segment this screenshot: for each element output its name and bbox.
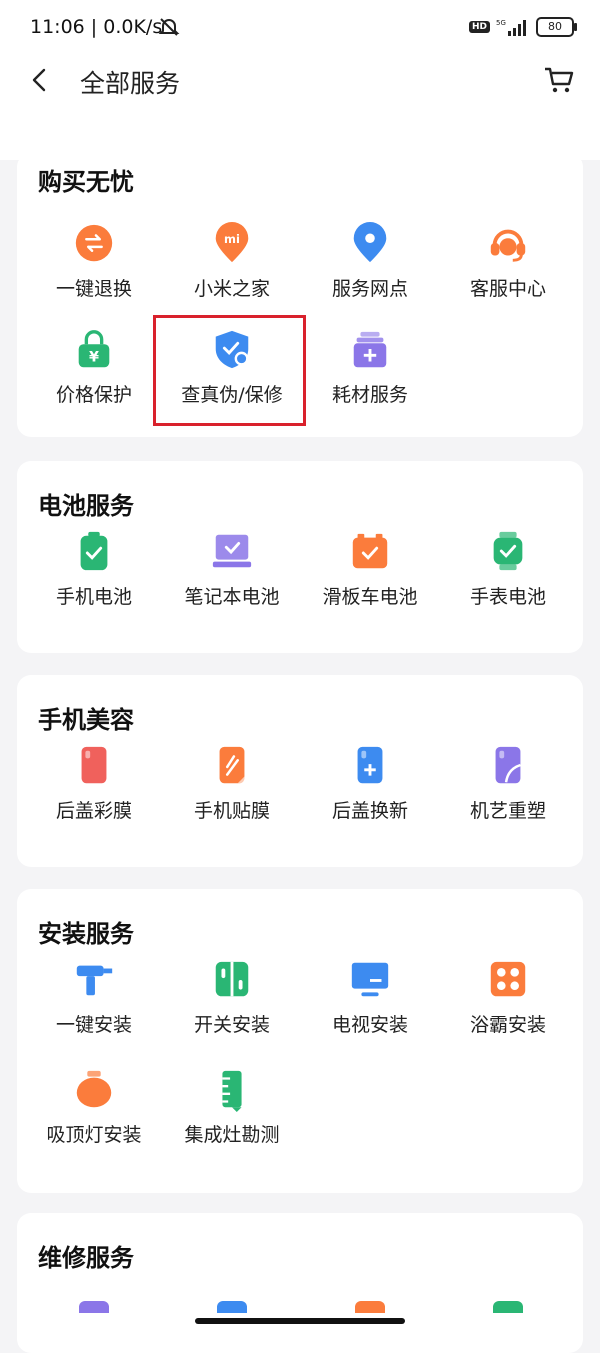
service-item-label: 吸顶灯安装: [46, 1124, 142, 1146]
service-item-label: 滑板车电池: [322, 586, 418, 608]
service-item-label: 手机电池: [55, 586, 132, 608]
service-item[interactable]: 吸顶灯安装: [25, 1068, 163, 1160]
drill-icon: [76, 965, 113, 996]
signal-icon: 5G: [496, 19, 526, 36]
service-section: 维修服务: [17, 1213, 583, 1353]
section-title: 手机美容: [38, 706, 134, 734]
location-pin-icon: [353, 222, 387, 263]
service-item-label: 客服中心: [469, 278, 546, 300]
service-item[interactable]: 开关安装: [163, 958, 301, 1050]
service-item[interactable]: 电视安装: [301, 958, 439, 1050]
network-type: 5G: [496, 19, 506, 27]
service-item-label: 机艺重塑: [469, 800, 546, 822]
service-item[interactable]: 笔记本电池: [163, 530, 301, 622]
svg-text:mi: mi: [224, 232, 240, 246]
service-section: 购买无忧 一键退换 mi 小米之家 服务网点 客服中心 ¥ 价格保护 查真伪/保修 耗材服务: [17, 153, 583, 437]
app-header: 全部服务: [0, 56, 600, 160]
highlight-box: [153, 315, 306, 426]
service-item[interactable]: 后盖彩膜: [25, 744, 163, 836]
supplies-box-icon: [353, 331, 387, 368]
service-item-label: 一键退换: [55, 278, 132, 300]
service-item[interactable]: 浴霸安装: [439, 958, 577, 1050]
service-item[interactable]: 客服中心: [439, 222, 577, 314]
service-item-label: 集成灶勘测: [184, 1124, 280, 1146]
service-item-label: 后盖彩膜: [55, 800, 132, 822]
service-item[interactable]: 手表电池: [439, 530, 577, 622]
service-item[interactable]: 一键退换: [25, 222, 163, 314]
notification-off-icon: [158, 18, 180, 36]
service-item[interactable]: mi 小米之家: [163, 222, 301, 314]
service-item[interactable]: 手机电池: [25, 530, 163, 622]
service-item[interactable]: 滑板车电池: [301, 530, 439, 622]
service-section: 安装服务一键安装 开关安装 电视安装 浴霸安装吸顶灯安装 集成灶勘测: [17, 889, 583, 1193]
service-item[interactable]: 后盖换新: [301, 744, 439, 836]
page-title: 全部服务: [80, 69, 181, 98]
service-item[interactable]: 集成灶勘测: [163, 1068, 301, 1160]
back-cover-film-icon: [81, 746, 107, 784]
service-item[interactable]: ¥ 价格保护: [25, 328, 163, 420]
service-section: 手机美容后盖彩膜 手机贴膜 后盖换新 机艺重塑: [17, 675, 583, 867]
screen-film-icon: [219, 746, 245, 784]
ruler-icon: [222, 1070, 242, 1112]
cart-icon[interactable]: [544, 66, 574, 94]
watch-battery-icon: [493, 531, 523, 571]
scooter-battery-icon: [352, 533, 388, 569]
status-bar: 11:06 | 0.0K/s HD 5G 80: [0, 0, 600, 56]
laptop-battery-icon: [212, 534, 252, 568]
service-item-label: 笔记本电池: [184, 586, 280, 608]
section-title: 电池服务: [38, 492, 134, 520]
phone-battery-icon: [80, 531, 108, 571]
section-title: 安装服务: [38, 920, 134, 948]
price-lock-icon: ¥: [78, 330, 110, 368]
service-item-label: 耗材服务: [331, 384, 408, 406]
service-item-label: 小米之家: [193, 278, 270, 300]
service-item-label: 开关安装: [193, 1014, 270, 1036]
back-arrow-icon[interactable]: [28, 68, 52, 92]
service-section: 电池服务手机电池 笔记本电池 滑板车电池 手表电池: [17, 461, 583, 653]
service-item-label: 价格保护: [55, 384, 132, 406]
headset-icon: [490, 229, 526, 262]
service-item[interactable]: 服务网点: [301, 222, 439, 314]
service-item-label: 手机贴膜: [193, 800, 270, 822]
exchange-icon: [75, 224, 113, 262]
service-item[interactable]: 耗材服务: [301, 328, 439, 420]
service-item-label: 手表电池: [469, 586, 546, 608]
tv-icon: [351, 962, 389, 997]
service-item-label: 后盖换新: [331, 800, 408, 822]
section-title: 维修服务: [38, 1244, 134, 1272]
partial-service-icon: [217, 1301, 247, 1313]
mi-store-pin-icon: mi: [215, 222, 249, 263]
service-item-label: 服务网点: [331, 278, 408, 300]
bath-heater-icon: [490, 961, 526, 997]
hd-badge: HD: [468, 21, 490, 33]
service-item-label: 浴霸安装: [469, 1014, 546, 1036]
svg-text:¥: ¥: [89, 349, 99, 365]
service-item[interactable]: 一键安装: [25, 958, 163, 1050]
service-item-label: 一键安装: [55, 1014, 132, 1036]
partial-service-icon: [79, 1301, 109, 1313]
back-cover-renew-icon: [357, 746, 383, 784]
partial-service-icon: [493, 1301, 523, 1313]
reshape-icon: [495, 746, 521, 784]
ceiling-lamp-icon: [76, 1070, 112, 1108]
home-indicator[interactable]: [195, 1318, 405, 1324]
switch-icon: [215, 961, 249, 997]
service-item-label: 电视安装: [331, 1014, 408, 1036]
service-item[interactable]: 手机贴膜: [163, 744, 301, 836]
battery-indicator: 80: [536, 17, 577, 37]
service-item[interactable]: 机艺重塑: [439, 744, 577, 836]
status-time: 11:06 | 0.0K/s: [30, 16, 163, 38]
partial-service-icon: [355, 1301, 385, 1313]
section-title: 购买无忧: [38, 168, 134, 196]
